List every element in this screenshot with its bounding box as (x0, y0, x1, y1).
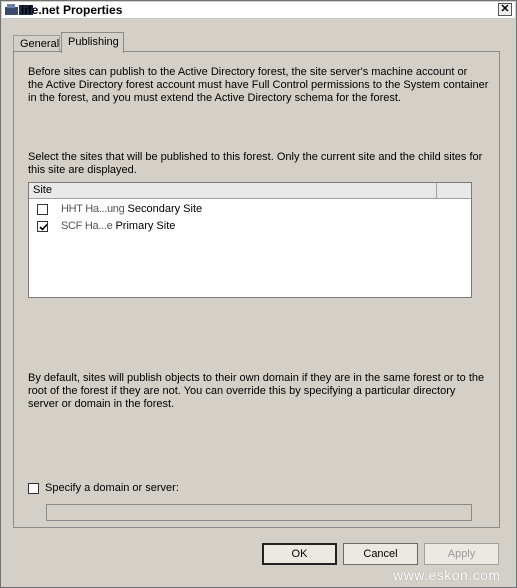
column-header-empty[interactable] (437, 183, 471, 198)
column-header-site[interactable]: Site (29, 183, 437, 198)
tab-publishing-label: Publishing (68, 36, 119, 48)
default-line: By default, sites will publish objects t… (28, 372, 485, 384)
cancel-button[interactable]: Cancel (343, 543, 418, 565)
domain-server-field[interactable] (46, 504, 472, 521)
site-list[interactable]: Site HHT Ha...ung Secondary Site SCF Ha.… (28, 182, 472, 298)
redacted-site-code: HHT Ha...ung (61, 203, 125, 215)
list-item[interactable]: SCF Ha...e Primary Site (35, 219, 465, 235)
tab-general[interactable]: General (13, 35, 60, 51)
checkmark-icon (39, 223, 48, 231)
redacted-site-code: SCF Ha...e (61, 220, 113, 232)
title-bar[interactable]: life.net Properties ✕ (2, 2, 515, 19)
default-publish-text: By default, sites will publish objects t… (28, 372, 484, 411)
default-line: root of the forest if they are not. You … (28, 385, 456, 397)
tab-general-label: General (20, 38, 60, 50)
ok-button[interactable]: OK (262, 543, 337, 565)
intro-line: the Active Directory forest account must… (28, 79, 489, 91)
intro-line: in the forest, and you must extend the A… (28, 92, 401, 104)
specify-domain-label[interactable]: Specify a domain or server: (45, 482, 179, 494)
site-icon (5, 4, 18, 15)
window-title: life.net Properties (21, 3, 123, 17)
default-line: server or domain in the forest. (28, 398, 175, 410)
site-type-label: Secondary Site (127, 203, 203, 215)
properties-dialog: life.net Properties ✕ General Publishing… (0, 0, 517, 588)
site-checkbox[interactable] (37, 204, 48, 215)
site-name: HHT Ha...ung Secondary Site (61, 203, 202, 216)
list-item[interactable]: HHT Ha...ung Secondary Site (35, 202, 465, 218)
intro-line: Before sites can publish to the Active D… (28, 66, 468, 78)
close-button[interactable]: ✕ (498, 3, 512, 16)
site-list-header: Site (29, 183, 471, 199)
site-checkbox-checked[interactable] (37, 221, 48, 232)
column-header-label: Site (33, 184, 52, 196)
select-line: Select the sites that will be published … (28, 151, 483, 163)
select-line: this site are displayed. (28, 164, 137, 176)
select-sites-text: Select the sites that will be published … (28, 151, 482, 177)
site-type-label: Primary Site (115, 220, 176, 232)
watermark: www.eskon.com (393, 567, 501, 583)
specify-domain-checkbox[interactable] (28, 483, 39, 494)
intro-text: Before sites can publish to the Active D… (28, 66, 488, 105)
tab-publishing[interactable]: Publishing (61, 32, 124, 53)
apply-button[interactable]: Apply (424, 543, 499, 565)
site-name: SCF Ha...e Primary Site (61, 220, 175, 233)
